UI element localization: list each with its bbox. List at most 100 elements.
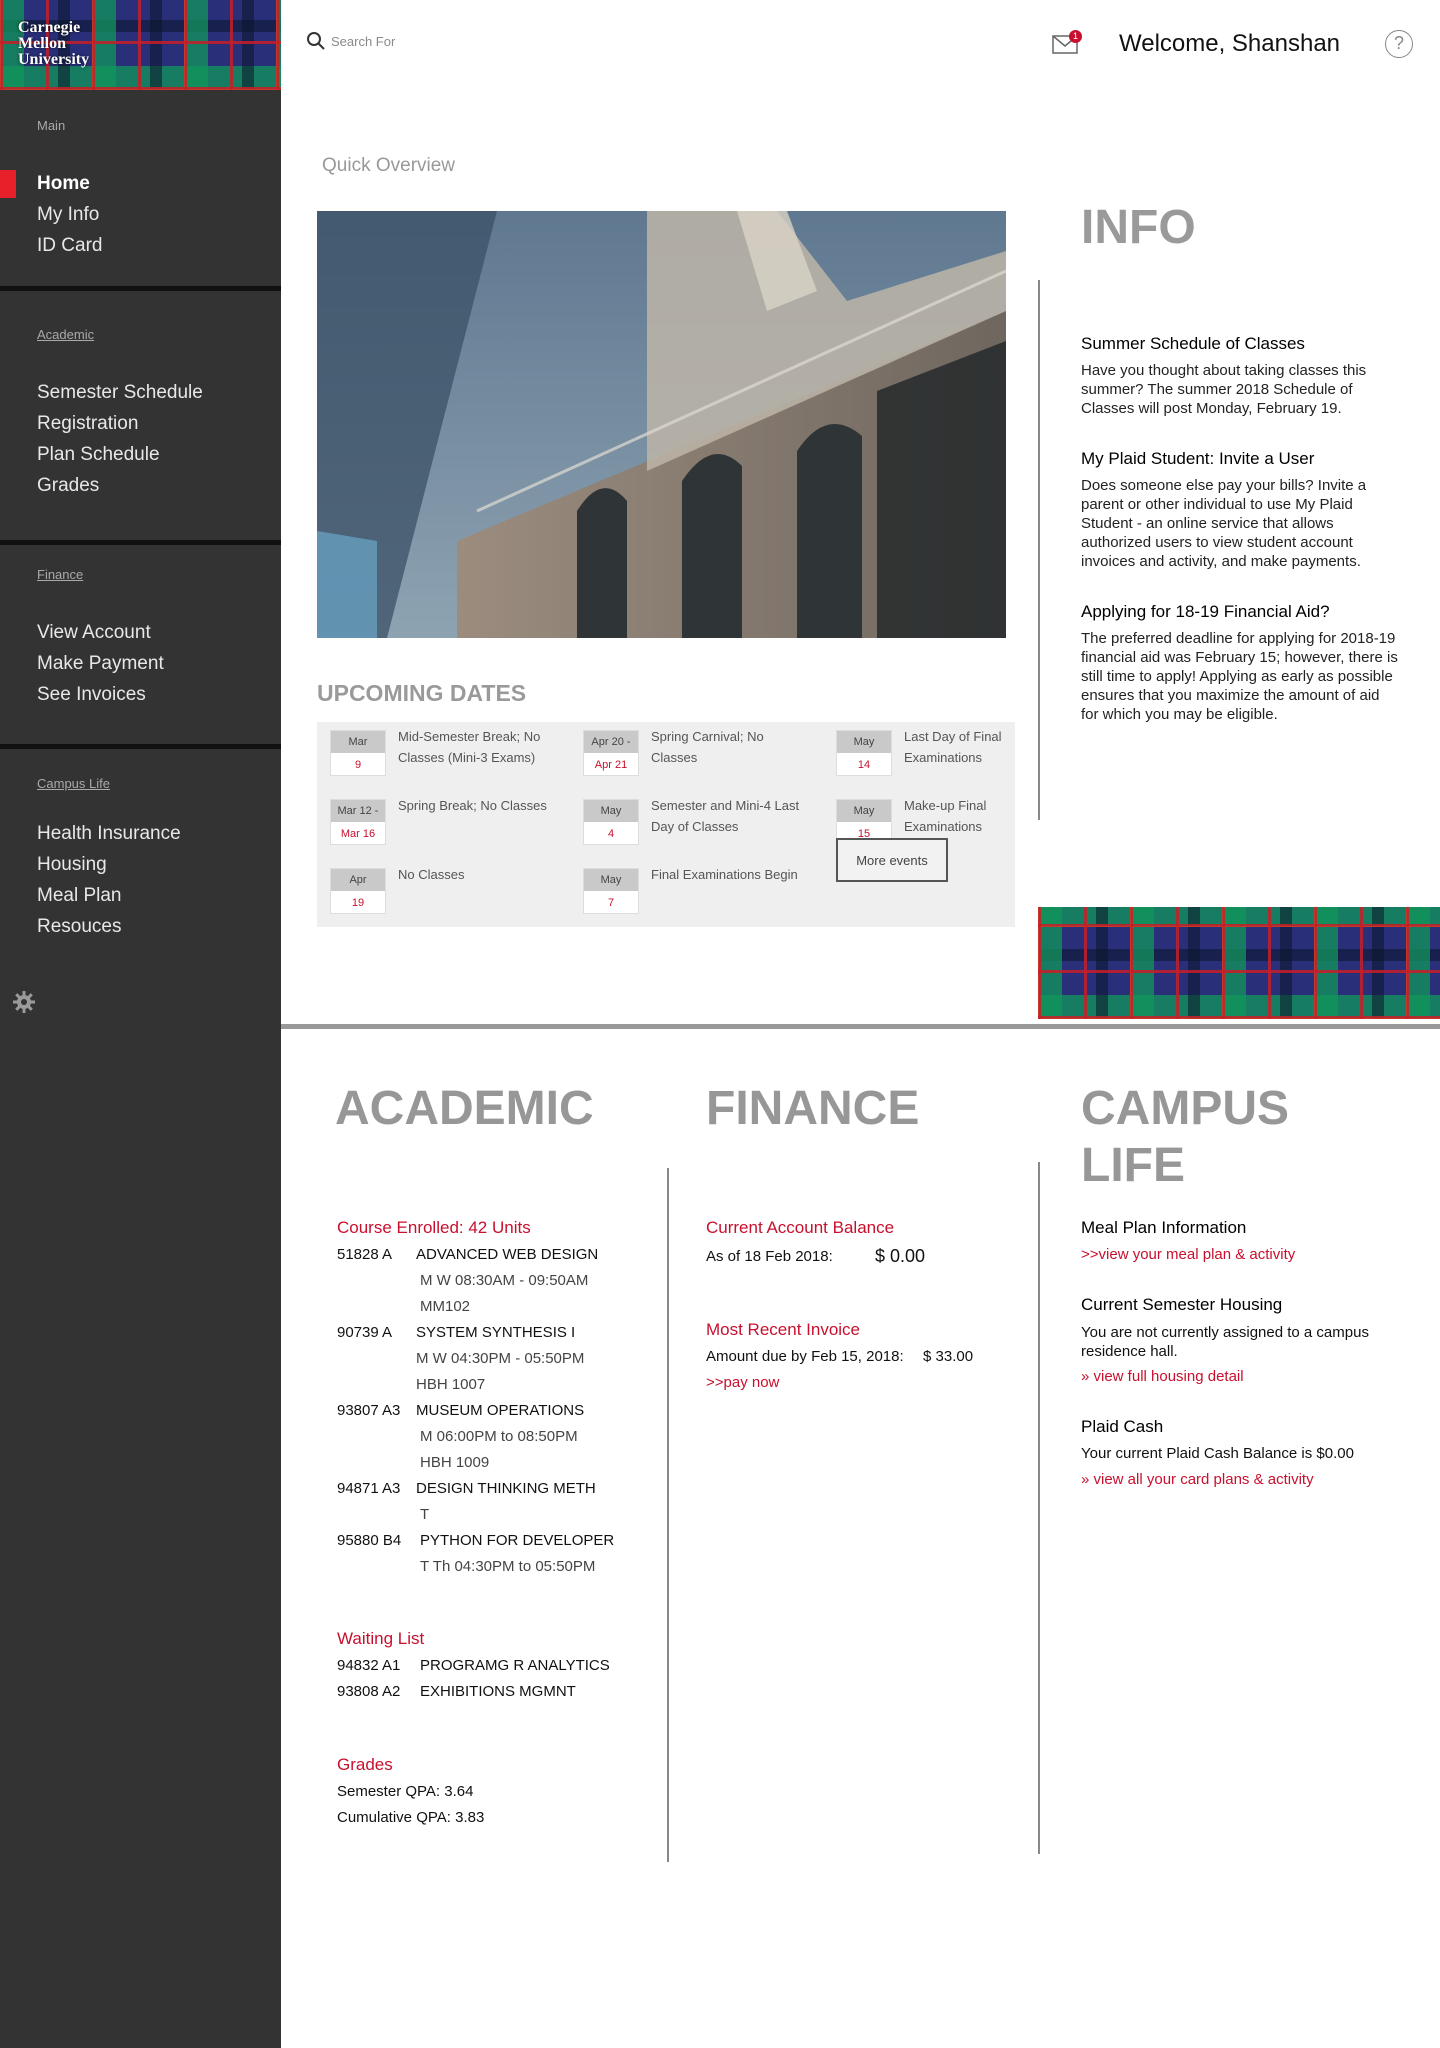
upcoming-dates-panel: Mar 9 Mid-Semester Break; No Classes (Mi… bbox=[317, 722, 1015, 927]
course-time: T bbox=[420, 1506, 430, 1523]
pay-now-link[interactable]: >>pay now bbox=[706, 1374, 779, 1391]
housing-status: You are not currently assigned to a camp… bbox=[1081, 1324, 1369, 1360]
info-item[interactable]: Applying for 18-19 Financial Aid? The pr… bbox=[1081, 602, 1401, 724]
course-name[interactable]: MUSEUM OPERATIONS bbox=[416, 1402, 584, 1419]
balance-value: $ 0.00 bbox=[875, 1246, 926, 1266]
course-code: 90739 A bbox=[337, 1324, 393, 1341]
search-icon[interactable] bbox=[306, 31, 326, 51]
event-description: Make-up Final Examinations bbox=[904, 798, 987, 834]
meal-plan-heading: Meal Plan Information bbox=[1081, 1218, 1247, 1237]
card-plans-link[interactable]: » view all your card plans & activity bbox=[1081, 1471, 1314, 1488]
date-day: 19 bbox=[351, 897, 365, 909]
date-badge: Apr 20 - Apr 21 bbox=[583, 730, 639, 776]
sidebar-item-id-card[interactable]: ID Card bbox=[37, 235, 102, 257]
gear-icon[interactable] bbox=[12, 990, 36, 1014]
course-code: 93807 A3 bbox=[337, 1402, 401, 1419]
course-name[interactable]: SYSTEM SYNTHESIS I bbox=[416, 1324, 575, 1341]
event-item[interactable]: Apr 19 No Classes bbox=[317, 860, 567, 920]
sidebar-item-registration[interactable]: Registration bbox=[37, 413, 138, 435]
sidebar-item-meal-plan[interactable]: Meal Plan bbox=[37, 885, 122, 907]
more-events-button[interactable]: More events bbox=[836, 838, 948, 882]
course-name[interactable]: DESIGN THINKING METH bbox=[416, 1480, 596, 1497]
event-item[interactable]: Mar 12 - Mar 16 Spring Break; No Classes bbox=[317, 791, 567, 851]
logo-line: University bbox=[18, 51, 90, 68]
sidebar-item-housing[interactable]: Housing bbox=[37, 854, 107, 876]
sidebar-item-grades[interactable]: Grades bbox=[37, 475, 99, 497]
upcoming-dates-title: UPCOMING DATES bbox=[317, 680, 527, 706]
sidebar-item-health-insurance[interactable]: Health Insurance bbox=[37, 823, 181, 845]
sidebar-item-resources[interactable]: Resouces bbox=[37, 916, 122, 938]
event-description: No Classes bbox=[398, 867, 465, 882]
event-item[interactable]: May 14 Last Day of Final Examinations bbox=[823, 722, 1015, 782]
sidebar-item-view-account[interactable]: View Account bbox=[37, 622, 151, 644]
info-item[interactable]: My Plaid Student: Invite a User Does som… bbox=[1081, 449, 1401, 571]
invoice-label: Amount due by Feb 15, 2018: bbox=[706, 1348, 904, 1365]
event-item[interactable]: May 7 Final Examinations Begin bbox=[570, 860, 820, 920]
event-description: Spring Carnival; No Classes bbox=[651, 729, 764, 765]
info-title: INFO bbox=[1081, 201, 1196, 254]
logo-line: Mellon bbox=[18, 35, 66, 52]
housing-heading: Current Semester Housing bbox=[1081, 1295, 1283, 1314]
course-name[interactable]: PYTHON FOR DEVELOPER bbox=[420, 1532, 614, 1549]
info-item-title: My Plaid Student: Invite a User bbox=[1081, 449, 1315, 468]
balance-label: As of 18 Feb 2018: bbox=[706, 1248, 833, 1265]
column-divider bbox=[1038, 1162, 1040, 1854]
welcome-message: Welcome, Shanshan bbox=[1119, 30, 1341, 57]
date-badge: May 4 bbox=[583, 799, 639, 845]
event-description: Mid-Semester Break; No Classes (Mini-3 E… bbox=[398, 729, 541, 765]
account-balance-heading: Current Account Balance bbox=[706, 1218, 895, 1237]
waitlist-code: 94832 A1 bbox=[337, 1657, 401, 1674]
sidebar: Carnegie Mellon University Main Home My … bbox=[0, 0, 281, 2048]
tartan-decoration bbox=[1038, 907, 1440, 1019]
event-item[interactable]: Mar 9 Mid-Semester Break; No Classes (Mi… bbox=[317, 722, 567, 782]
event-item[interactable]: Apr 20 - Apr 21 Spring Carnival; No Clas… bbox=[570, 722, 820, 782]
search-input[interactable] bbox=[331, 30, 611, 52]
waitlist-name[interactable]: PROGRAMG R ANALYTICS bbox=[420, 1657, 610, 1674]
recent-invoice-heading: Most Recent Invoice bbox=[706, 1320, 861, 1339]
course-time: M W 08:30AM - 09:50AM bbox=[420, 1272, 589, 1289]
info-item-title: Applying for 18-19 Financial Aid? bbox=[1081, 602, 1330, 621]
campus-life-title: CAMPUS LIFE bbox=[1081, 1080, 1289, 1194]
finance-title: FINANCE bbox=[706, 1082, 920, 1135]
help-icon[interactable]: ? bbox=[1385, 30, 1413, 58]
date-badge: May 14 bbox=[836, 730, 892, 776]
sidebar-divider bbox=[0, 540, 281, 545]
active-marker bbox=[0, 170, 16, 198]
housing-detail-link[interactable]: » view full housing detail bbox=[1081, 1368, 1244, 1385]
event-description: Spring Break; No Classes bbox=[398, 798, 547, 813]
sidebar-item-plan-schedule[interactable]: Plan Schedule bbox=[37, 444, 160, 466]
plaid-cash-heading: Plaid Cash bbox=[1081, 1417, 1164, 1436]
waitlist-name[interactable]: EXHIBITIONS MGMNT bbox=[420, 1683, 576, 1700]
cmu-logo[interactable]: Carnegie Mellon University bbox=[0, 0, 281, 90]
date-month: Apr 20 - bbox=[584, 731, 638, 753]
logo-line: Carnegie bbox=[18, 19, 81, 36]
event-item[interactable]: May 4 Semester and Mini-4 Last Day of Cl… bbox=[570, 791, 820, 851]
date-badge: Mar 12 - Mar 16 bbox=[330, 799, 386, 845]
cumulative-qpa: Cumulative QPA: 3.83 bbox=[337, 1809, 485, 1826]
nav-section-main: Main bbox=[37, 118, 66, 133]
date-month: May bbox=[584, 800, 638, 822]
sidebar-item-home[interactable]: Home bbox=[37, 173, 90, 195]
date-month: May bbox=[584, 869, 638, 891]
info-item[interactable]: Summer Schedule of Classes Have you thou… bbox=[1081, 334, 1401, 418]
mail-count-badge: 1 bbox=[1069, 30, 1082, 43]
course-code: 94871 A3 bbox=[337, 1480, 401, 1497]
academic-title: ACADEMIC bbox=[335, 1082, 594, 1135]
info-item-body: Does someone else pay your bills? Invite… bbox=[1081, 477, 1367, 570]
nav-section-finance[interactable]: Finance bbox=[37, 567, 83, 582]
meal-plan-link[interactable]: >>view your meal plan & activity bbox=[1081, 1246, 1295, 1263]
course-code: 51828 A bbox=[337, 1246, 393, 1263]
event-description: Semester and Mini-4 Last Day of Classes bbox=[651, 798, 800, 834]
course-time: M W 04:30PM - 05:50PM bbox=[416, 1350, 585, 1367]
course-name[interactable]: ADVANCED WEB DESIGN bbox=[416, 1246, 598, 1263]
sidebar-item-semester-schedule[interactable]: Semester Schedule bbox=[37, 382, 203, 404]
campus-title-line: CAMPUS bbox=[1081, 1082, 1290, 1135]
sidebar-item-see-invoices[interactable]: See Invoices bbox=[37, 684, 146, 706]
date-day: 9 bbox=[354, 759, 362, 771]
sidebar-item-my-info[interactable]: My Info bbox=[37, 204, 99, 226]
grades-heading: Grades bbox=[337, 1755, 393, 1774]
info-item-body: The preferred deadline for applying for … bbox=[1081, 630, 1398, 723]
sidebar-item-make-payment[interactable]: Make Payment bbox=[37, 653, 164, 675]
nav-section-academic[interactable]: Academic bbox=[37, 327, 94, 342]
nav-section-campus-life[interactable]: Campus Life bbox=[37, 776, 110, 791]
